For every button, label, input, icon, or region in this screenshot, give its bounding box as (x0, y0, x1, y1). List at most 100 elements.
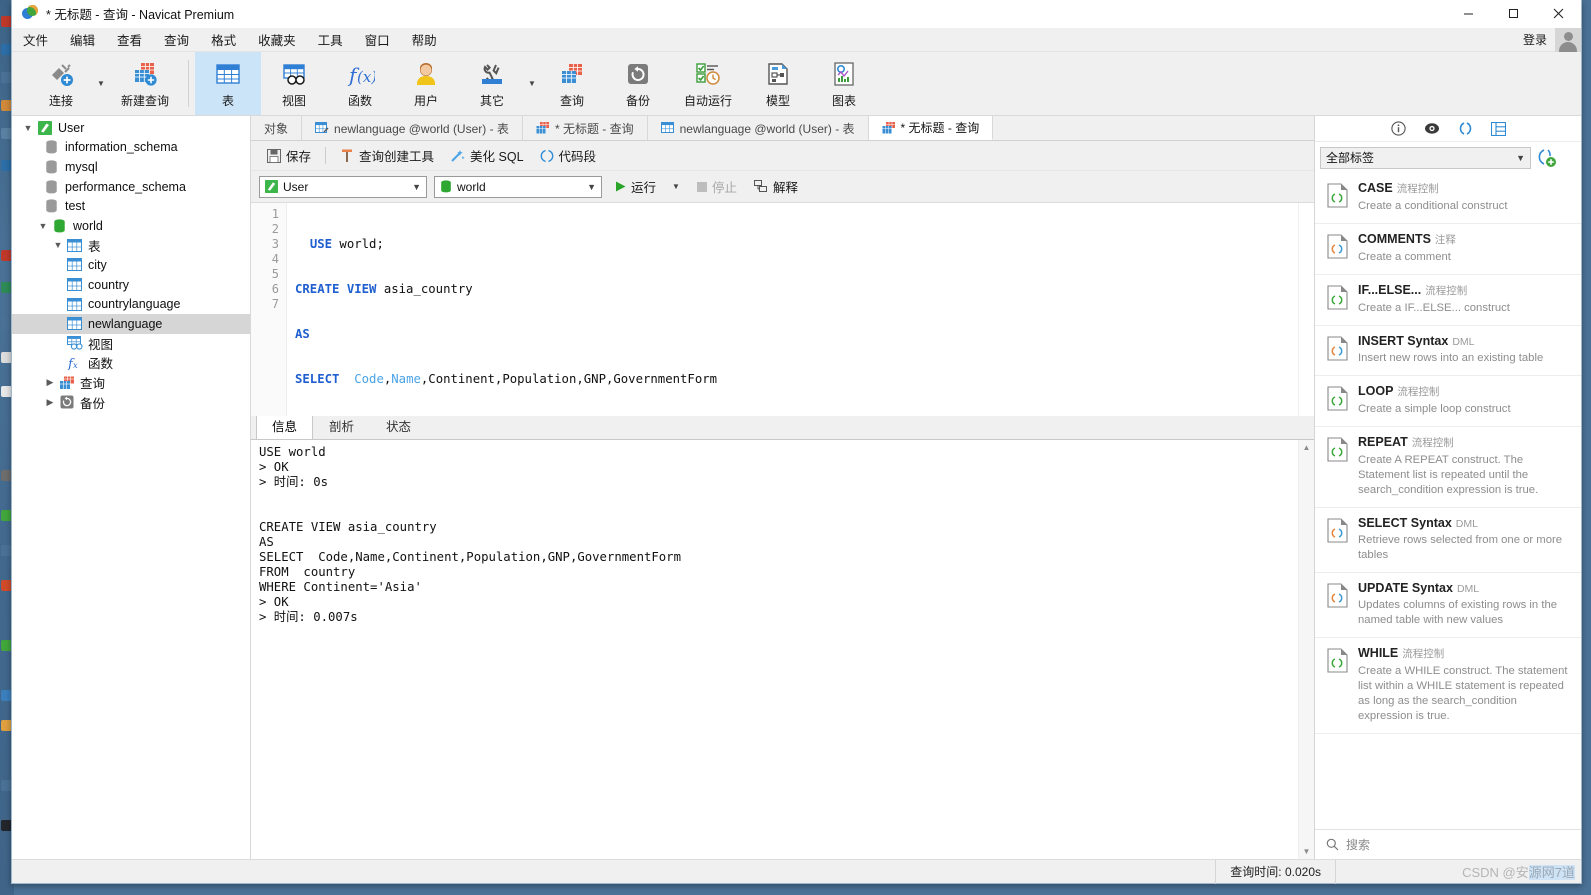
ribbon-button-model[interactable]: 模型 (745, 52, 811, 115)
snippet-button[interactable]: 代码段 (532, 143, 605, 168)
run-button[interactable]: 运行 (609, 174, 661, 199)
tag-filter-select[interactable]: 全部标签 ▼ (1320, 146, 1531, 169)
table-icon (66, 317, 83, 331)
others-dropdown-caret-icon[interactable]: ▼ (525, 52, 539, 115)
login-button[interactable]: 登录 (1523, 31, 1555, 48)
tree-item-performance-schema[interactable]: performance_schema (12, 177, 250, 197)
close-button[interactable] (1536, 0, 1581, 28)
tab-newlanguage-table-1[interactable]: newlanguage @world (User) - 表 (302, 116, 523, 140)
chevron-down-icon[interactable]: ▼ (20, 123, 36, 133)
chevron-down-icon[interactable]: ▼ (50, 240, 66, 250)
menu-item-view[interactable]: 查看 (106, 27, 153, 52)
ribbon-button-connection[interactable]: 连接 (28, 52, 94, 115)
save-button[interactable]: 保存 (259, 143, 319, 168)
ribbon-toolbar: 连接 ▼ 新建查询 表 视图 f (x 函数 用户 其它 ▼ 查询 备份 自动运… (12, 52, 1581, 116)
chevron-down-icon[interactable]: ▼ (1516, 153, 1527, 163)
object-tree-pane[interactable]: ▼ User information_schema mysql performa… (12, 116, 251, 859)
snippet-list[interactable]: CASE 流程控制 Create a conditional construct … (1315, 173, 1581, 829)
tree-item-world-database[interactable]: ▼ world (12, 216, 250, 236)
chevron-right-icon[interactable]: ▶ (42, 397, 58, 408)
ribbon-button-automation[interactable]: 自动运行 (671, 52, 745, 115)
tree-item-mysql[interactable]: mysql (12, 157, 250, 177)
database-gray-icon (43, 199, 60, 213)
ribbon-button-user[interactable]: 用户 (393, 52, 459, 115)
tree-item-test[interactable]: test (12, 196, 250, 216)
list-item[interactable]: SELECT Syntax DML Retrieve rows selected … (1315, 508, 1581, 573)
tab-objects[interactable]: 对象 (251, 116, 303, 140)
minimize-button[interactable] (1446, 0, 1491, 28)
list-item[interactable]: WHILE 流程控制 Create a WHILE construct. The … (1315, 638, 1581, 734)
ribbon-button-view[interactable]: 视图 (261, 52, 327, 115)
snippet-parens-icon[interactable] (1458, 121, 1473, 136)
list-item[interactable]: IF...ELSE... 流程控制 Create a IF...ELSE... c… (1315, 275, 1581, 326)
sql-editor[interactable]: 1 2 3 4 5 6 7 USE world; CREATE VIEW asi… (251, 202, 1314, 416)
tree-item-tables-folder[interactable]: ▼ 表 (12, 236, 250, 256)
list-item[interactable]: COMMENTS 注释 Create a comment (1315, 224, 1581, 275)
preview-eye-icon[interactable] (1424, 121, 1440, 136)
menu-item-edit[interactable]: 编辑 (59, 27, 106, 52)
structure-icon[interactable] (1490, 121, 1506, 136)
add-snippet-icon[interactable] (1537, 148, 1557, 168)
menu-item-help[interactable]: 帮助 (401, 27, 448, 52)
tab-messages[interactable]: 信息 (256, 412, 314, 439)
ribbon-button-chart[interactable]: 图表 (811, 52, 877, 115)
menu-item-file[interactable]: 文件 (12, 27, 59, 52)
snippet-search-bar[interactable]: 搜索 (1315, 829, 1581, 859)
query-builder-button[interactable]: 查询创建工具 (332, 143, 442, 168)
tree-item-user-connection[interactable]: ▼ User (12, 118, 250, 138)
tab-untitled-query-1[interactable]: * 无标题 - 查询 (522, 116, 648, 140)
menu-item-query[interactable]: 查询 (153, 27, 200, 52)
view-icon (66, 336, 83, 350)
ribbon-label: 模型 (765, 94, 790, 108)
results-scrollbar[interactable]: ▲ ▼ (1298, 440, 1314, 859)
connection-dropdown-caret-icon[interactable]: ▼ (94, 52, 108, 115)
chevron-down-icon[interactable]: ▼ (587, 182, 598, 192)
tab-untitled-query-active[interactable]: * 无标题 - 查询 (868, 116, 994, 140)
database-select[interactable]: world ▼ (434, 175, 602, 198)
tree-item-newlanguage[interactable]: newlanguage (12, 313, 250, 334)
scroll-up-icon[interactable]: ▲ (1303, 443, 1311, 452)
menu-item-format[interactable]: 格式 (200, 27, 247, 52)
chevron-right-icon[interactable]: ▶ (42, 377, 58, 388)
tab-status[interactable]: 状态 (370, 412, 427, 439)
tab-profile[interactable]: 剖析 (313, 412, 370, 439)
scroll-down-icon[interactable]: ▼ (1303, 847, 1311, 856)
list-item[interactable]: UPDATE Syntax DML Updates columns of exis… (1315, 573, 1581, 638)
beautify-sql-button[interactable]: 美化 SQL (442, 143, 532, 168)
run-dropdown-caret-icon[interactable]: ▼ (668, 182, 684, 191)
tree-item-functions-folder[interactable]: fx 函数 (12, 353, 250, 373)
tree-item-views-folder[interactable]: 视图 (12, 334, 250, 354)
sql-code-area[interactable]: USE world; CREATE VIEW asia_country AS S… (287, 203, 1314, 416)
tab-label: newlanguage @world (User) - 表 (334, 121, 509, 136)
ribbon-button-backup[interactable]: 备份 (605, 52, 671, 115)
ribbon-button-query[interactable]: 查询 (539, 52, 605, 115)
explain-button[interactable]: 解释 (749, 174, 803, 199)
tree-item-country[interactable]: country (12, 275, 250, 295)
list-item[interactable]: CASE 流程控制 Create a conditional construct (1315, 173, 1581, 224)
list-item[interactable]: INSERT Syntax DML Insert new rows into an… (1315, 326, 1581, 376)
ribbon-button-new-query[interactable]: 新建查询 (108, 52, 182, 115)
chevron-down-icon[interactable]: ▼ (35, 221, 51, 231)
tree-item-backups-folder[interactable]: ▶ 备份 (12, 392, 250, 412)
tree-item-city[interactable]: city (12, 255, 250, 275)
list-item[interactable]: LOOP 流程控制 Create a simple loop construct (1315, 376, 1581, 427)
menu-item-window[interactable]: 窗口 (354, 27, 401, 52)
chevron-down-icon[interactable]: ▼ (412, 182, 423, 192)
code-token: Name (391, 372, 421, 386)
ribbon-button-others[interactable]: 其它 (459, 52, 525, 115)
connection-select[interactable]: User ▼ (259, 175, 427, 198)
avatar[interactable] (1555, 27, 1581, 52)
list-item[interactable]: REPEAT 流程控制 Create A REPEAT construct. Th… (1315, 427, 1581, 508)
tab-newlanguage-table-2[interactable]: newlanguage @world (User) - 表 (647, 116, 869, 140)
tree-item-countrylanguage[interactable]: countrylanguage (12, 294, 250, 314)
editor-scrollbar[interactable] (1298, 203, 1314, 416)
info-icon[interactable] (1390, 121, 1406, 136)
tree-item-information-schema[interactable]: information_schema (12, 138, 250, 158)
tree-item-queries-folder[interactable]: ▶ 查询 (12, 373, 250, 393)
ribbon-button-table[interactable]: 表 (195, 52, 261, 115)
snippet-title: IF...ELSE... (1358, 283, 1422, 297)
menu-item-tools[interactable]: 工具 (307, 27, 354, 52)
menu-item-favorites[interactable]: 收藏夹 (247, 27, 307, 52)
ribbon-button-function[interactable]: f (x) 函数 (327, 52, 393, 115)
maximize-button[interactable] (1491, 0, 1536, 28)
